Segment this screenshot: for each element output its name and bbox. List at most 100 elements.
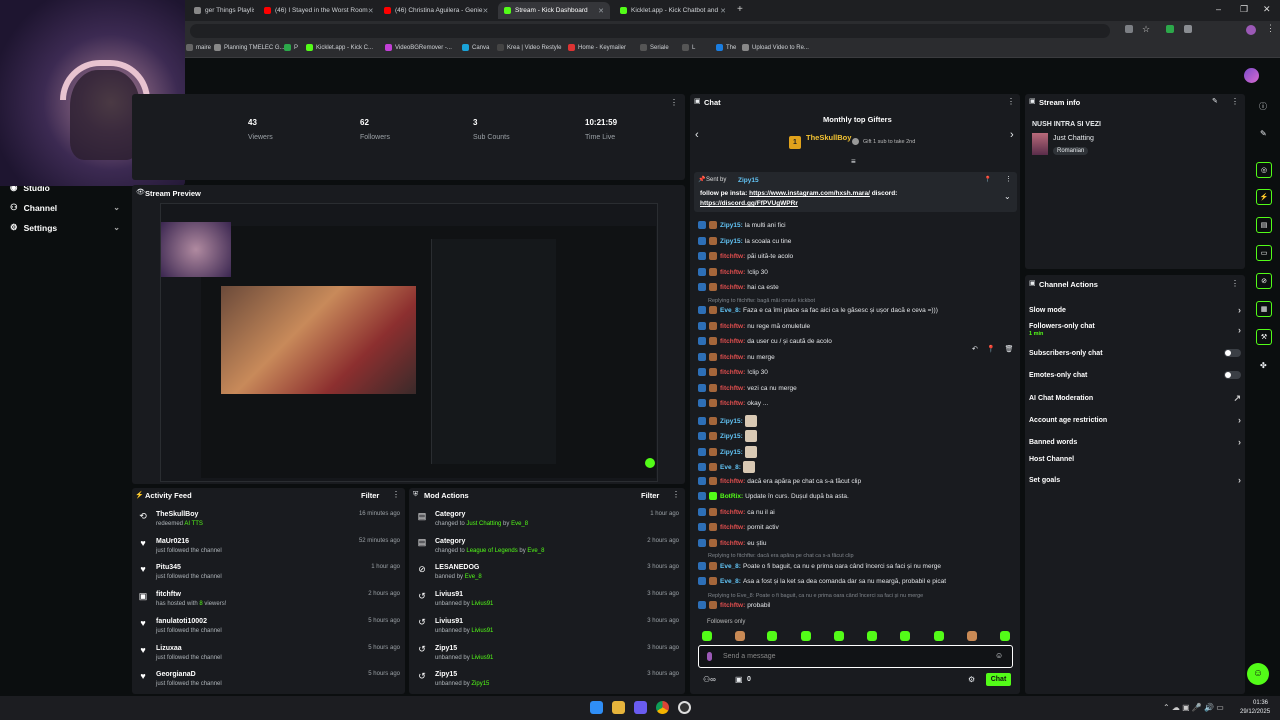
bookmark-item[interactable]: Planning TMELEC G... — [214, 44, 285, 51]
chat-message[interactable]: fitchftw: dacă era apăra pe chat ca s-a f… — [698, 477, 1018, 485]
emote-button[interactable] — [801, 631, 811, 641]
mod-action-target[interactable]: Zipy15 — [435, 645, 493, 652]
send-chat-button[interactable]: Chat — [986, 673, 1011, 686]
pinned-user[interactable]: Zipy15 — [738, 177, 759, 184]
more-options-icon[interactable]: ⋮ — [1231, 97, 1239, 106]
close-tab-icon[interactable]: ✕ — [720, 7, 726, 15]
activity-user[interactable]: GeorgianaD — [156, 671, 222, 678]
category-name[interactable]: Just Chatting — [1053, 135, 1094, 142]
sidebar-item-settings[interactable]: ⚙ Settings ⌄ — [10, 222, 120, 233]
bookmark-item[interactable]: Kicklet.app - Kick C... — [306, 44, 373, 51]
chat-username[interactable]: Zipy15: — [720, 418, 743, 425]
sidebar-item-channel[interactable]: ⚇ Channel ⌄ — [10, 202, 120, 213]
bookmark-item[interactable]: Krea | Video Restyle — [497, 44, 561, 51]
activity-filter-button[interactable]: Filter — [361, 491, 379, 500]
bookmark-item[interactable]: P — [284, 44, 298, 51]
more-options-icon[interactable]: ⋮ — [672, 490, 680, 499]
close-window-icon[interactable]: ✕ — [1263, 4, 1271, 15]
channel-action-followers-only-chat[interactable]: Followers-only chat 1 min › — [1029, 323, 1241, 337]
url-field[interactable] — [190, 24, 1110, 38]
chat-message[interactable]: fitchftw: nu rege mă omuletule — [698, 322, 1018, 330]
channel-action-set-goals[interactable]: Set goals › — [1029, 475, 1241, 485]
browser-tab[interactable]: (46) Christina Aguilera - Genie ✕ — [378, 2, 494, 19]
chat-message[interactable]: Zipy15: — [698, 415, 1018, 427]
star-icon[interactable]: ☆ — [1142, 24, 1150, 35]
emote-button[interactable] — [1000, 631, 1010, 641]
toggle-switch[interactable] — [1224, 349, 1241, 357]
chat-settings-icon[interactable]: ⚙ — [968, 675, 975, 684]
emote-button[interactable] — [735, 631, 745, 641]
chat-message[interactable]: fitchftw: hai ca este — [698, 283, 1018, 291]
chat-username[interactable]: fitchftw: — [720, 524, 745, 531]
chat-username[interactable]: fitchftw: — [720, 385, 745, 392]
user-avatar[interactable] — [1244, 68, 1259, 83]
chat-message[interactable]: fitchftw: okay ... — [698, 399, 1018, 407]
mod-action-item[interactable]: ↺ Livius91 unbanned by Livius91 3 hours ago — [417, 591, 679, 608]
chat-username[interactable]: fitchftw: — [720, 284, 745, 291]
bookmark-item[interactable]: VideoBGRemover -... — [385, 44, 452, 51]
emoji-icon[interactable]: ☺ — [995, 651, 1003, 660]
mod-action-item[interactable]: ⊘ LESANEDOG banned by Eve_8 3 hours ago — [417, 564, 679, 581]
chat-username[interactable]: Zipy15: — [720, 433, 743, 440]
chat-message[interactable]: fitchftw: eu știu — [698, 539, 1018, 547]
activity-item[interactable]: ⟲ TheSkullBoy redeemed AI TTS 16 minutes ag… — [138, 511, 400, 528]
mod-action-item[interactable]: ▤ Category changed to Just Chatting by Eve… — [417, 511, 679, 528]
chat-username[interactable]: Zipy15: — [720, 222, 743, 229]
channel-action-host-channel[interactable]: Host Channel — [1029, 456, 1241, 463]
address-bar[interactable]: ☆ ⋮ — [0, 21, 1280, 41]
more-options-icon[interactable]: ⋮ — [1007, 97, 1015, 106]
chat-message[interactable]: fitchftw: ca nu il ai — [698, 508, 1018, 516]
chat-message[interactable]: Eve_8: Faza e ca îmi place sa fac aici ca… — [698, 306, 1018, 314]
close-tab-icon[interactable]: ✕ — [368, 7, 374, 15]
gifter-name[interactable]: TheSkullBoy — [806, 133, 851, 142]
activity-item[interactable]: ♥ Lizuxaa just followed the channel 5 hours… — [138, 645, 400, 661]
file-explorer-icon[interactable] — [612, 701, 625, 714]
support-button[interactable]: ☺ — [1247, 663, 1269, 685]
browser-tab[interactable]: ger Things Playlist |✕ — [188, 2, 254, 19]
chat-username[interactable]: fitchftw: — [720, 338, 745, 345]
info-circle-icon[interactable]: ⓘ — [1259, 101, 1267, 112]
chat-username[interactable]: Eve_8: — [720, 307, 741, 314]
profile-avatar[interactable] — [1246, 25, 1256, 35]
new-tab-button[interactable]: + — [737, 4, 743, 15]
activity-item[interactable]: ▣ fitchftw has hosted with 8 viewers! 2 hou… — [138, 591, 400, 608]
pinned-link-instagram[interactable]: https://www.instagram.com/hxsh.mara/ — [749, 190, 870, 197]
chat-input[interactable]: Send a message ☺ — [698, 645, 1013, 668]
chat-message[interactable]: fitchftw: păi uită-te acolo — [698, 252, 1018, 260]
channel-action-ai-chat-moderation[interactable]: AI Chat Moderation ↗ — [1029, 393, 1241, 404]
channel-action-account-age-restriction[interactable]: Account age restriction › — [1029, 415, 1241, 425]
activity-item[interactable]: ♥ GeorgianaD just followed the channel 5 ho… — [138, 671, 400, 687]
browser-tab[interactable]: (46) I Stayed in the Worst Room ✕ — [258, 2, 374, 19]
chat-message[interactable]: fitchftw: !clip 30 — [698, 368, 1018, 376]
chrome-icon[interactable] — [656, 701, 669, 714]
rail-button-grid[interactable]: ▦ — [1256, 301, 1272, 317]
activity-user[interactable]: Pitu345 — [156, 564, 222, 571]
mod-action-target[interactable]: Zipy15 — [435, 671, 489, 678]
chat-message[interactable]: fitchftw: nu merge — [698, 353, 1018, 361]
mod-action-item[interactable]: ↺ Livius91 unbanned by Livius91 3 hours ago — [417, 617, 679, 634]
mod-action-target[interactable]: LESANEDOG — [435, 564, 482, 571]
bookmark-item[interactable]: maire — [186, 44, 211, 51]
mod-action-target[interactable]: Livius91 — [435, 591, 493, 598]
menu-icon[interactable]: ⋮ — [1266, 23, 1275, 34]
users-icon[interactable]: ⚇∞ — [703, 675, 716, 684]
channel-action-emotes-only-chat[interactable]: Emotes-only chat — [1029, 371, 1241, 379]
emote-button[interactable] — [900, 631, 910, 641]
activity-item[interactable]: ♥ MaUr0216 just followed the channel 52 min… — [138, 538, 400, 554]
obs-icon[interactable] — [678, 701, 691, 714]
chat-message[interactable]: Zipy15: — [698, 446, 1018, 458]
extensions-icon[interactable] — [1125, 25, 1133, 33]
chat-message[interactable]: fitchftw: probabil — [698, 601, 1018, 609]
close-tab-icon[interactable]: ✕ — [482, 7, 488, 15]
pin-icon[interactable]: 📍 — [987, 345, 996, 353]
chat-message[interactable]: Zipy15: — [698, 430, 1018, 442]
chat-message[interactable]: Eve_8: — [698, 461, 1018, 473]
mod-action-target[interactable]: Category — [435, 538, 544, 545]
extensions-icon[interactable]: ✤ — [1260, 361, 1267, 370]
chevron-left-icon[interactable]: ‹ — [695, 129, 699, 141]
activity-item[interactable]: ♥ fanulatoti10002 just followed the channe… — [138, 618, 400, 634]
chat-message[interactable]: fitchftw: !clip 30 — [698, 268, 1018, 276]
emote-button[interactable] — [934, 631, 944, 641]
more-options-icon[interactable]: ⋮ — [1231, 279, 1239, 288]
mod-action-target[interactable]: Category — [435, 511, 528, 518]
